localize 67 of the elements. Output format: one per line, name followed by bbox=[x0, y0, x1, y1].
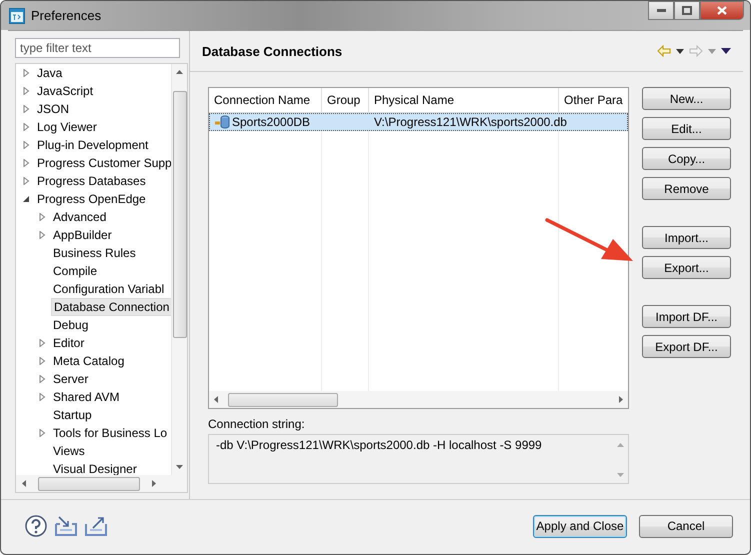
tree-item[interactable]: JavaScript bbox=[35, 83, 96, 99]
tree-item[interactable]: Debug bbox=[51, 317, 90, 333]
column-header[interactable]: Group bbox=[322, 88, 369, 112]
vertical-scrollbar[interactable] bbox=[171, 64, 187, 475]
table-cell: V:\Progress121\WRK\sports2000.db bbox=[374, 115, 567, 129]
tree-item[interactable]: JSON bbox=[35, 101, 72, 117]
cancel-button[interactable]: Cancel bbox=[639, 514, 733, 538]
export-icon[interactable] bbox=[85, 516, 107, 536]
tree-item[interactable]: Database Connection bbox=[51, 298, 171, 316]
scroll-left-icon[interactable] bbox=[22, 480, 26, 487]
apply-and-close-button[interactable]: Apply and Close bbox=[533, 514, 627, 538]
menu-icon[interactable] bbox=[721, 48, 731, 54]
help-icon[interactable] bbox=[25, 515, 47, 537]
tree-item[interactable]: Progress Customer Supp bbox=[35, 155, 171, 171]
expand-arrow-icon[interactable] bbox=[22, 195, 30, 203]
minimize-button[interactable] bbox=[648, 1, 674, 20]
tree-item[interactable]: Configuration Variabl bbox=[51, 281, 166, 297]
side-button[interactable]: Copy... bbox=[642, 147, 731, 170]
side-button[interactable]: New... bbox=[642, 87, 731, 110]
tree-item[interactable]: Business Rules bbox=[51, 245, 138, 261]
side-button[interactable]: Edit... bbox=[642, 117, 731, 140]
window-title: Preferences bbox=[31, 8, 102, 23]
horizontal-scrollbar[interactable] bbox=[209, 391, 628, 408]
back-arrow-icon[interactable] bbox=[657, 45, 671, 57]
tree-item[interactable]: Editor bbox=[51, 335, 86, 351]
scroll-right-icon[interactable] bbox=[619, 396, 623, 403]
maximize-button[interactable] bbox=[674, 1, 700, 20]
tree-item[interactable]: Java bbox=[35, 65, 64, 81]
side-button[interactable]: Export... bbox=[642, 256, 731, 279]
close-button[interactable] bbox=[700, 1, 744, 20]
tree-item[interactable]: Server bbox=[51, 371, 90, 387]
minimize-icon bbox=[656, 9, 666, 12]
tree-item[interactable]: Shared AVM bbox=[51, 389, 122, 405]
scroll-right-icon[interactable] bbox=[152, 480, 156, 487]
filter-field[interactable]: type filter text bbox=[15, 38, 180, 58]
side-button[interactable]: Export DF... bbox=[642, 335, 731, 358]
tree-item[interactable]: Log Viewer bbox=[35, 119, 99, 135]
side-button[interactable]: Import DF... bbox=[642, 305, 731, 328]
tree-item[interactable]: AppBuilder bbox=[51, 227, 114, 243]
page-title: Database Connections bbox=[202, 44, 342, 58]
dropdown-icon[interactable] bbox=[676, 48, 684, 54]
column-header[interactable]: Other Para bbox=[559, 88, 628, 112]
import-icon[interactable] bbox=[55, 516, 77, 536]
column-header[interactable]: Connection Name bbox=[209, 88, 322, 112]
tree-item[interactable]: Progress OpenEdge bbox=[35, 191, 148, 207]
close-icon bbox=[717, 6, 727, 15]
maximize-icon bbox=[682, 6, 692, 15]
tree-item[interactable]: Startup bbox=[51, 407, 94, 423]
tree-item[interactable]: Plug-in Development bbox=[35, 137, 150, 153]
side-button[interactable]: Remove bbox=[642, 177, 731, 200]
table-row[interactable]: Sports2000DB V:\Progress121\WRK\sports2000.db bbox=[209, 113, 628, 131]
tree-item[interactable]: Tools for Business Lo bbox=[51, 425, 170, 441]
scroll-up-icon[interactable] bbox=[176, 70, 183, 74]
scroll-left-icon[interactable] bbox=[214, 396, 218, 403]
tree-item[interactable]: Advanced bbox=[51, 209, 108, 225]
table-cell: Sports2000DB bbox=[232, 115, 310, 129]
tree-item[interactable]: Progress Databases bbox=[35, 173, 148, 189]
column-header[interactable]: Physical Name bbox=[369, 88, 559, 112]
horizontal-scrollbar[interactable] bbox=[16, 475, 187, 492]
database-icon bbox=[214, 115, 230, 129]
side-button[interactable]: Import... bbox=[642, 226, 731, 249]
app-icon bbox=[9, 8, 25, 24]
tree-item[interactable]: Views bbox=[51, 443, 87, 459]
tree-item[interactable]: Meta Catalog bbox=[51, 353, 126, 369]
tree-item[interactable]: Compile bbox=[51, 263, 100, 279]
scroll-down-icon[interactable] bbox=[176, 465, 183, 469]
connection-string-label: Connection string: bbox=[208, 417, 306, 431]
